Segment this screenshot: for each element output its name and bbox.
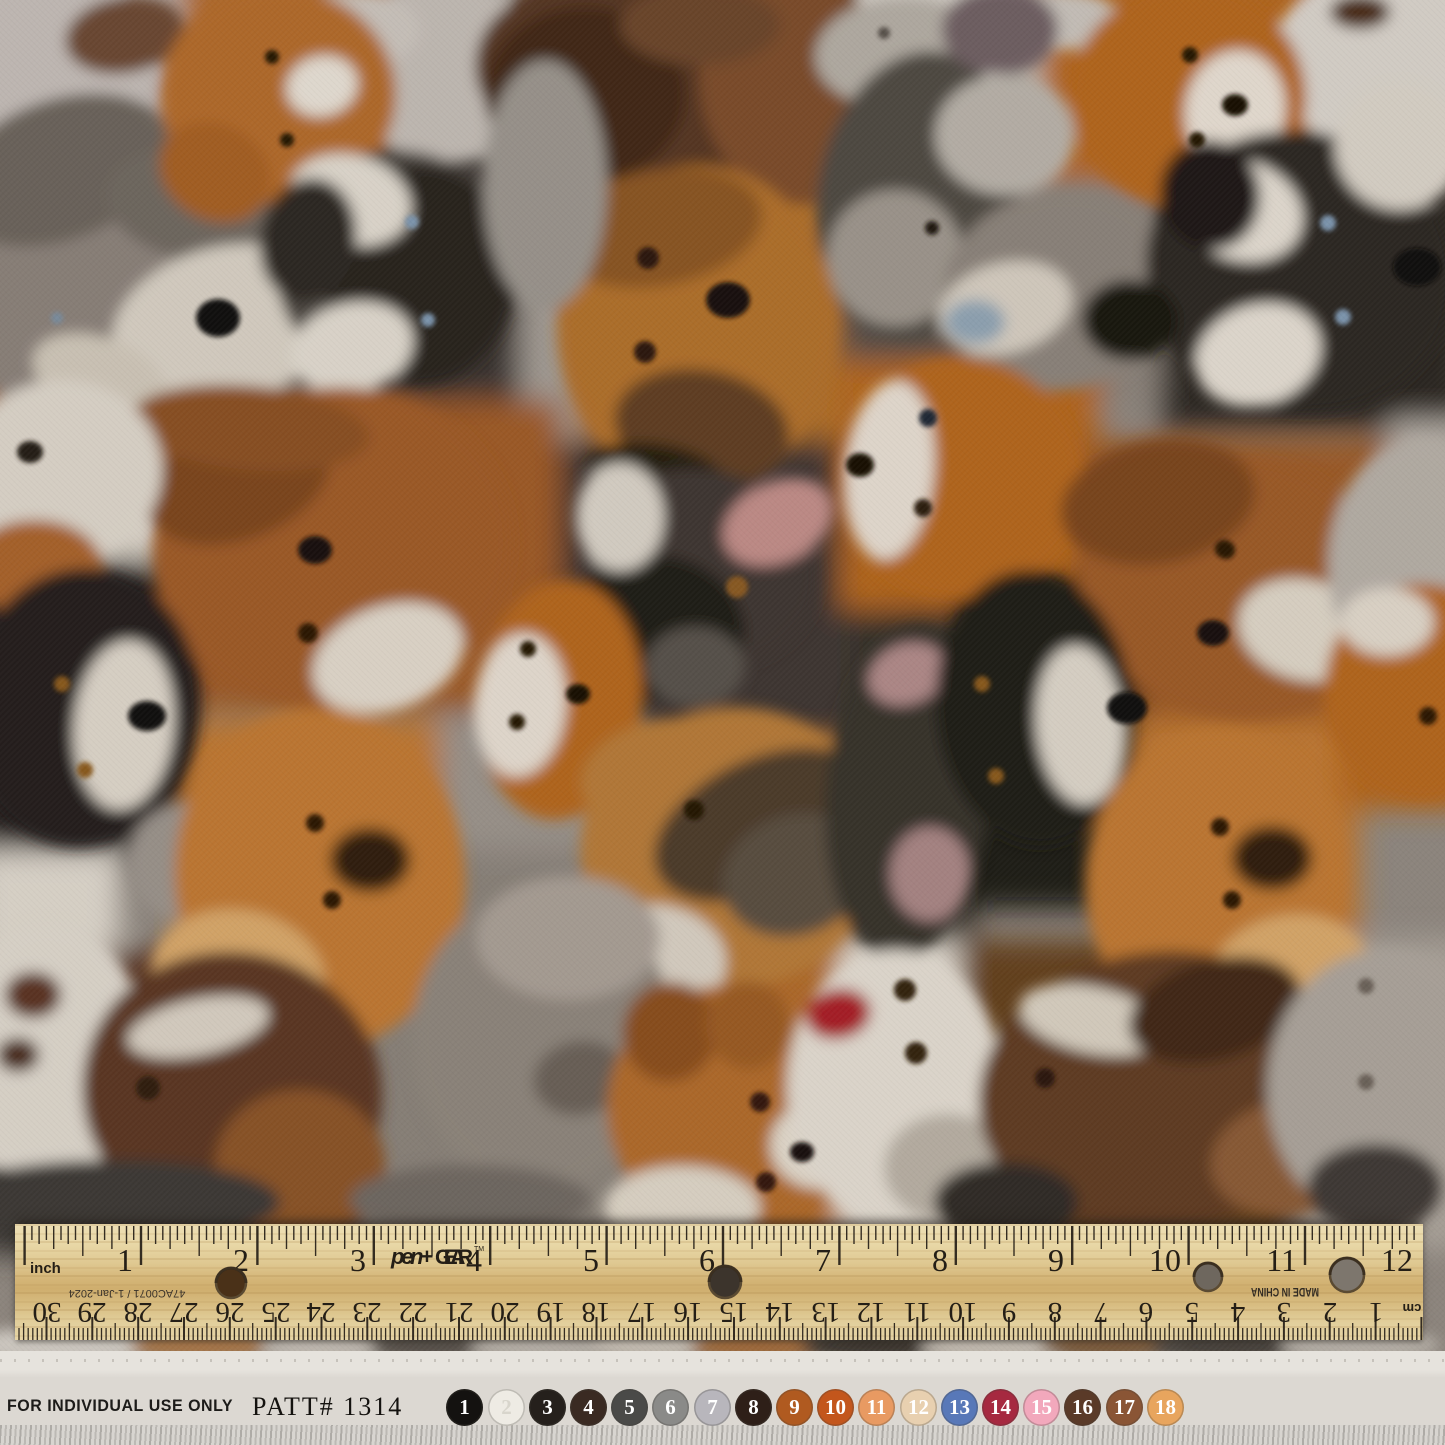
svg-text:22: 22 [399, 1296, 428, 1328]
svg-text:19: 19 [537, 1296, 566, 1328]
svg-text:GEAR: GEAR [435, 1246, 473, 1269]
svg-text:2: 2 [1323, 1296, 1338, 1328]
svg-text:5: 5 [583, 1242, 599, 1278]
svg-text:MADE IN CHINA: MADE IN CHINA [1251, 1285, 1319, 1299]
svg-text:1: 1 [1369, 1296, 1384, 1328]
svg-text:23: 23 [353, 1296, 382, 1328]
svg-text:47AC0071 / 1-Jan-2024: 47AC0071 / 1-Jan-2024 [69, 1287, 186, 1299]
svg-text:11: 11 [903, 1296, 931, 1328]
svg-text:29: 29 [78, 1296, 107, 1328]
svg-text:24: 24 [306, 1296, 336, 1328]
svg-text:TM: TM [474, 1246, 484, 1253]
svg-text:17: 17 [628, 1296, 657, 1328]
svg-text:5: 5 [1185, 1296, 1200, 1328]
svg-text:9: 9 [1002, 1296, 1017, 1328]
svg-text:28: 28 [124, 1296, 153, 1328]
svg-text:11: 11 [1266, 1242, 1297, 1278]
svg-text:8: 8 [932, 1242, 948, 1278]
svg-text:7: 7 [1094, 1296, 1109, 1328]
svg-text:13: 13 [812, 1296, 841, 1328]
svg-text:20: 20 [491, 1296, 520, 1328]
svg-text:8: 8 [1048, 1296, 1063, 1328]
svg-text:30: 30 [33, 1296, 62, 1328]
svg-text:12: 12 [857, 1296, 886, 1328]
svg-text:3: 3 [350, 1242, 366, 1278]
svg-text:16: 16 [674, 1296, 703, 1328]
svg-text:pen+: pen+ [390, 1244, 433, 1269]
svg-text:10: 10 [1149, 1242, 1181, 1278]
svg-text:12: 12 [1381, 1242, 1413, 1278]
svg-text:14: 14 [765, 1296, 795, 1328]
svg-text:15: 15 [720, 1296, 749, 1328]
svg-text:inch: inch [30, 1260, 61, 1277]
svg-text:21: 21 [445, 1296, 474, 1328]
svg-text:1: 1 [117, 1242, 133, 1278]
svg-text:18: 18 [582, 1296, 611, 1328]
svg-text:cm: cm [1403, 1301, 1422, 1316]
svg-text:26: 26 [216, 1296, 245, 1328]
svg-text:4: 4 [1230, 1296, 1245, 1328]
svg-text:3: 3 [1277, 1296, 1292, 1328]
svg-text:9: 9 [1048, 1242, 1064, 1278]
svg-text:10: 10 [949, 1296, 978, 1328]
svg-text:27: 27 [170, 1296, 199, 1328]
svg-text:6: 6 [1139, 1296, 1154, 1328]
svg-text:25: 25 [262, 1296, 291, 1328]
svg-text:7: 7 [815, 1242, 831, 1278]
